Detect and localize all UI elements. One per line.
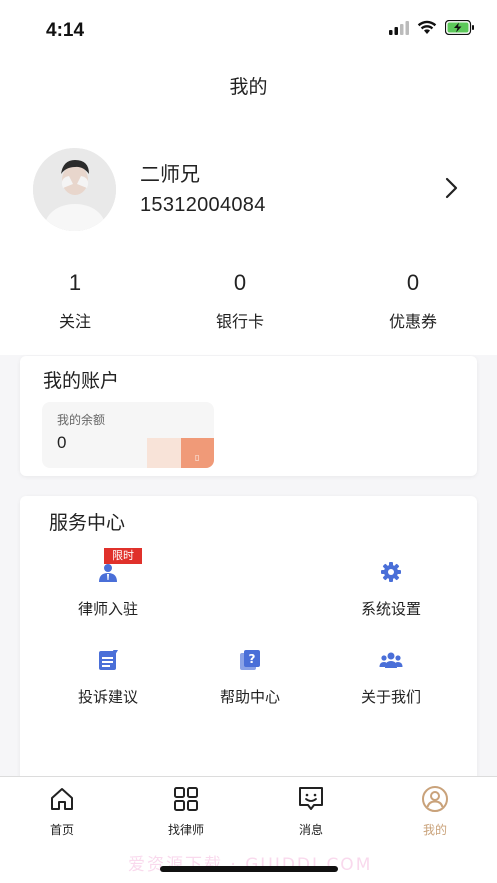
status-bar: 4:14 [0,0,497,62]
tab-label: 首页 [49,823,74,837]
tab-mine[interactable]: 我的 [390,785,480,838]
balance-label: 我的余额 [57,413,106,427]
grid-icon [174,787,198,811]
service-title: 服务中心 [49,512,126,534]
home-icon [51,788,73,810]
battery-charging-icon [445,20,474,35]
stat-label: 优惠券 [388,312,437,331]
tab-label: 我的 [422,823,447,837]
user-name: 二师兄 [140,162,200,186]
balance-decoration [147,438,181,468]
service-label: 关于我们 [360,688,421,706]
tab-messages[interactable]: 消息 [266,785,356,838]
service-settings[interactable]: 系统设置 [326,560,456,619]
team-icon [379,648,403,672]
balance-box[interactable]: 我的余额 0 ▯ [42,402,214,468]
profile-section: 二师兄 15312004084 1 关注 0 银行卡 0 优惠券 [0,112,497,355]
limited-badge: 限时 [104,548,142,564]
account-title: 我的账户 [43,370,120,392]
balance-value: 0 [57,433,67,452]
page-title: 我的 [229,76,268,98]
user-phone: 15312004084 [140,194,266,216]
status-time: 4:14 [46,20,85,41]
service-card: 服务中心 限时 律师入驻 系统设置 投诉建议 ? 帮助中心 关于我们 [20,496,477,786]
account-card: 我的账户 我的余额 0 ▯ [20,356,477,476]
balance-decoration: ▯ [181,438,214,468]
svg-text:?: ? [249,652,256,666]
gear-icon [379,560,403,584]
stats-row: 1 关注 0 银行卡 0 优惠券 [0,270,497,332]
stat-value: 0 [406,270,420,295]
service-label: 系统设置 [360,600,421,618]
tab-label: 找律师 [167,823,204,837]
tab-find-lawyer[interactable]: 找律师 [141,785,231,838]
nav-bar: 我的 [0,62,497,112]
stat-label: 关注 [58,312,91,331]
message-icon [299,787,323,810]
stat-value: 0 [233,270,247,295]
avatar-photo [33,148,116,231]
user-icon [422,786,448,812]
stat-value: 1 [68,270,82,295]
service-label: 投诉建议 [77,688,138,706]
avatar[interactable] [33,148,116,231]
service-complaint[interactable]: 投诉建议 [43,648,173,707]
coin-icon: ▯ [195,453,200,462]
tab-label: 消息 [298,823,323,837]
stat-bank-card[interactable]: 0 银行卡 [190,270,290,332]
wifi-icon [417,20,437,34]
chevron-right-icon[interactable] [442,176,462,200]
help-icon: ? [238,648,262,672]
cellular-signal-icon [389,20,409,35]
lawyer-icon: 限时 [96,548,142,584]
service-label: 律师入驻 [77,600,138,618]
stat-coupon[interactable]: 0 优惠券 [363,270,463,332]
service-label: 帮助中心 [219,688,280,706]
stat-follow[interactable]: 1 关注 [25,270,125,332]
service-lawyer-join[interactable]: 限时 律师入驻 [43,548,173,619]
tab-home[interactable]: 首页 [17,785,107,838]
service-about[interactable]: 关于我们 [326,648,456,707]
status-icons [389,20,475,35]
stat-label: 银行卡 [215,312,264,331]
service-help[interactable]: ? 帮助中心 [185,648,315,707]
home-indicator [160,866,338,872]
complaint-icon [96,648,120,672]
